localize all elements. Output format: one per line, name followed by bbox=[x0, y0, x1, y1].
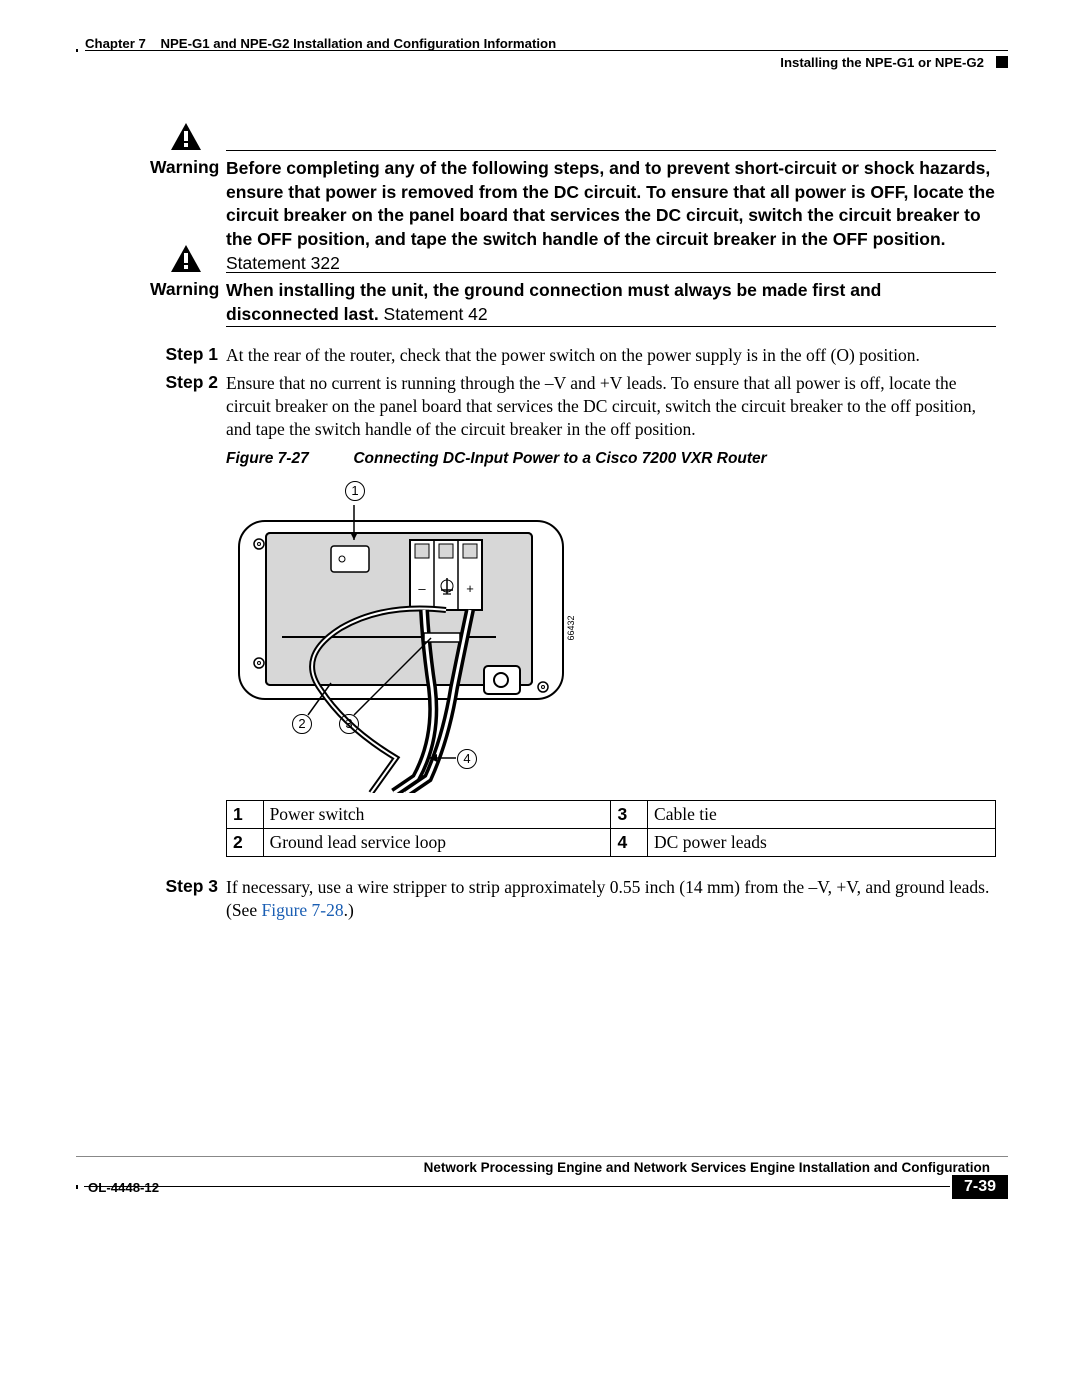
warning-bold: Before completing any of the following s… bbox=[226, 158, 995, 249]
svg-text:–: – bbox=[418, 581, 426, 596]
header-left-tick bbox=[76, 49, 78, 52]
legend-num: 2 bbox=[227, 829, 264, 857]
chapter-prefix: Chapter 7 bbox=[85, 36, 146, 51]
table-row: 1 Power switch 3 Cable tie bbox=[227, 801, 996, 829]
footer-left-tick bbox=[76, 1185, 78, 1189]
header-chapter: Chapter 7 NPE-G1 and NPE-G2 Installation… bbox=[85, 36, 556, 51]
callout-1: 1 bbox=[345, 481, 365, 501]
footer-rule bbox=[76, 1156, 1008, 1157]
warning-rule-bottom bbox=[226, 326, 996, 327]
figure-ref-link[interactable]: Figure 7-28 bbox=[261, 900, 343, 920]
step-text: If necessary, use a wire stripper to str… bbox=[226, 876, 996, 922]
page-number: 7-39 bbox=[952, 1175, 1008, 1199]
warning-label: Warning bbox=[150, 279, 218, 300]
step-label: Step 3 bbox=[150, 876, 218, 897]
warning-tail: Statement 322 bbox=[226, 253, 340, 273]
header-section: Installing the NPE-G1 or NPE-G2 bbox=[780, 55, 984, 70]
legend-num: 3 bbox=[611, 801, 648, 829]
legend-text: Cable tie bbox=[648, 801, 996, 829]
legend-text: Ground lead service loop bbox=[263, 829, 611, 857]
warning-text: Before completing any of the following s… bbox=[226, 157, 996, 275]
svg-text:66432: 66432 bbox=[566, 615, 576, 640]
figure-label: Figure 7-27 bbox=[226, 450, 309, 467]
legend-num: 4 bbox=[611, 829, 648, 857]
callout-4: 4 bbox=[457, 749, 477, 769]
figure-caption: Figure 7-27 Connecting DC-Input Power to… bbox=[226, 450, 996, 468]
warning-rule bbox=[226, 150, 996, 151]
header-square-icon bbox=[996, 56, 1008, 68]
warning-bold: When installing the unit, the ground con… bbox=[226, 280, 881, 324]
step-text: Ensure that no current is running throug… bbox=[226, 372, 996, 440]
figure-legend-table: 1 Power switch 3 Cable tie 2 Ground lead… bbox=[226, 800, 996, 857]
footer-rule2 bbox=[84, 1186, 950, 1187]
step-label: Step 1 bbox=[150, 344, 218, 365]
warning-label: Warning bbox=[150, 157, 218, 178]
table-row: 2 Ground lead service loop 4 DC power le… bbox=[227, 829, 996, 857]
svg-text:+: + bbox=[466, 581, 474, 596]
footer-doc-id: OL-4448-12 bbox=[88, 1180, 159, 1195]
warning-icon bbox=[170, 244, 202, 274]
figure-diagram: – + 66432 1 2 3 4 bbox=[226, 478, 586, 793]
callout-2: 2 bbox=[292, 714, 312, 734]
chapter-title: NPE-G1 and NPE-G2 Installation and Confi… bbox=[160, 36, 556, 51]
step-label: Step 2 bbox=[150, 372, 218, 393]
callout-3: 3 bbox=[339, 714, 359, 734]
warning-text: When installing the unit, the ground con… bbox=[226, 279, 996, 326]
step3-post: .) bbox=[344, 900, 354, 920]
warning-rule bbox=[226, 272, 996, 273]
warning-tail: Statement 42 bbox=[379, 304, 488, 324]
legend-num: 1 bbox=[227, 801, 264, 829]
step-text: At the rear of the router, check that th… bbox=[226, 344, 996, 367]
legend-text: DC power leads bbox=[648, 829, 996, 857]
footer-title: Network Processing Engine and Network Se… bbox=[76, 1160, 990, 1175]
legend-text: Power switch bbox=[263, 801, 611, 829]
figure-title: Connecting DC-Input Power to a Cisco 720… bbox=[353, 450, 766, 467]
warning-icon bbox=[170, 122, 202, 152]
